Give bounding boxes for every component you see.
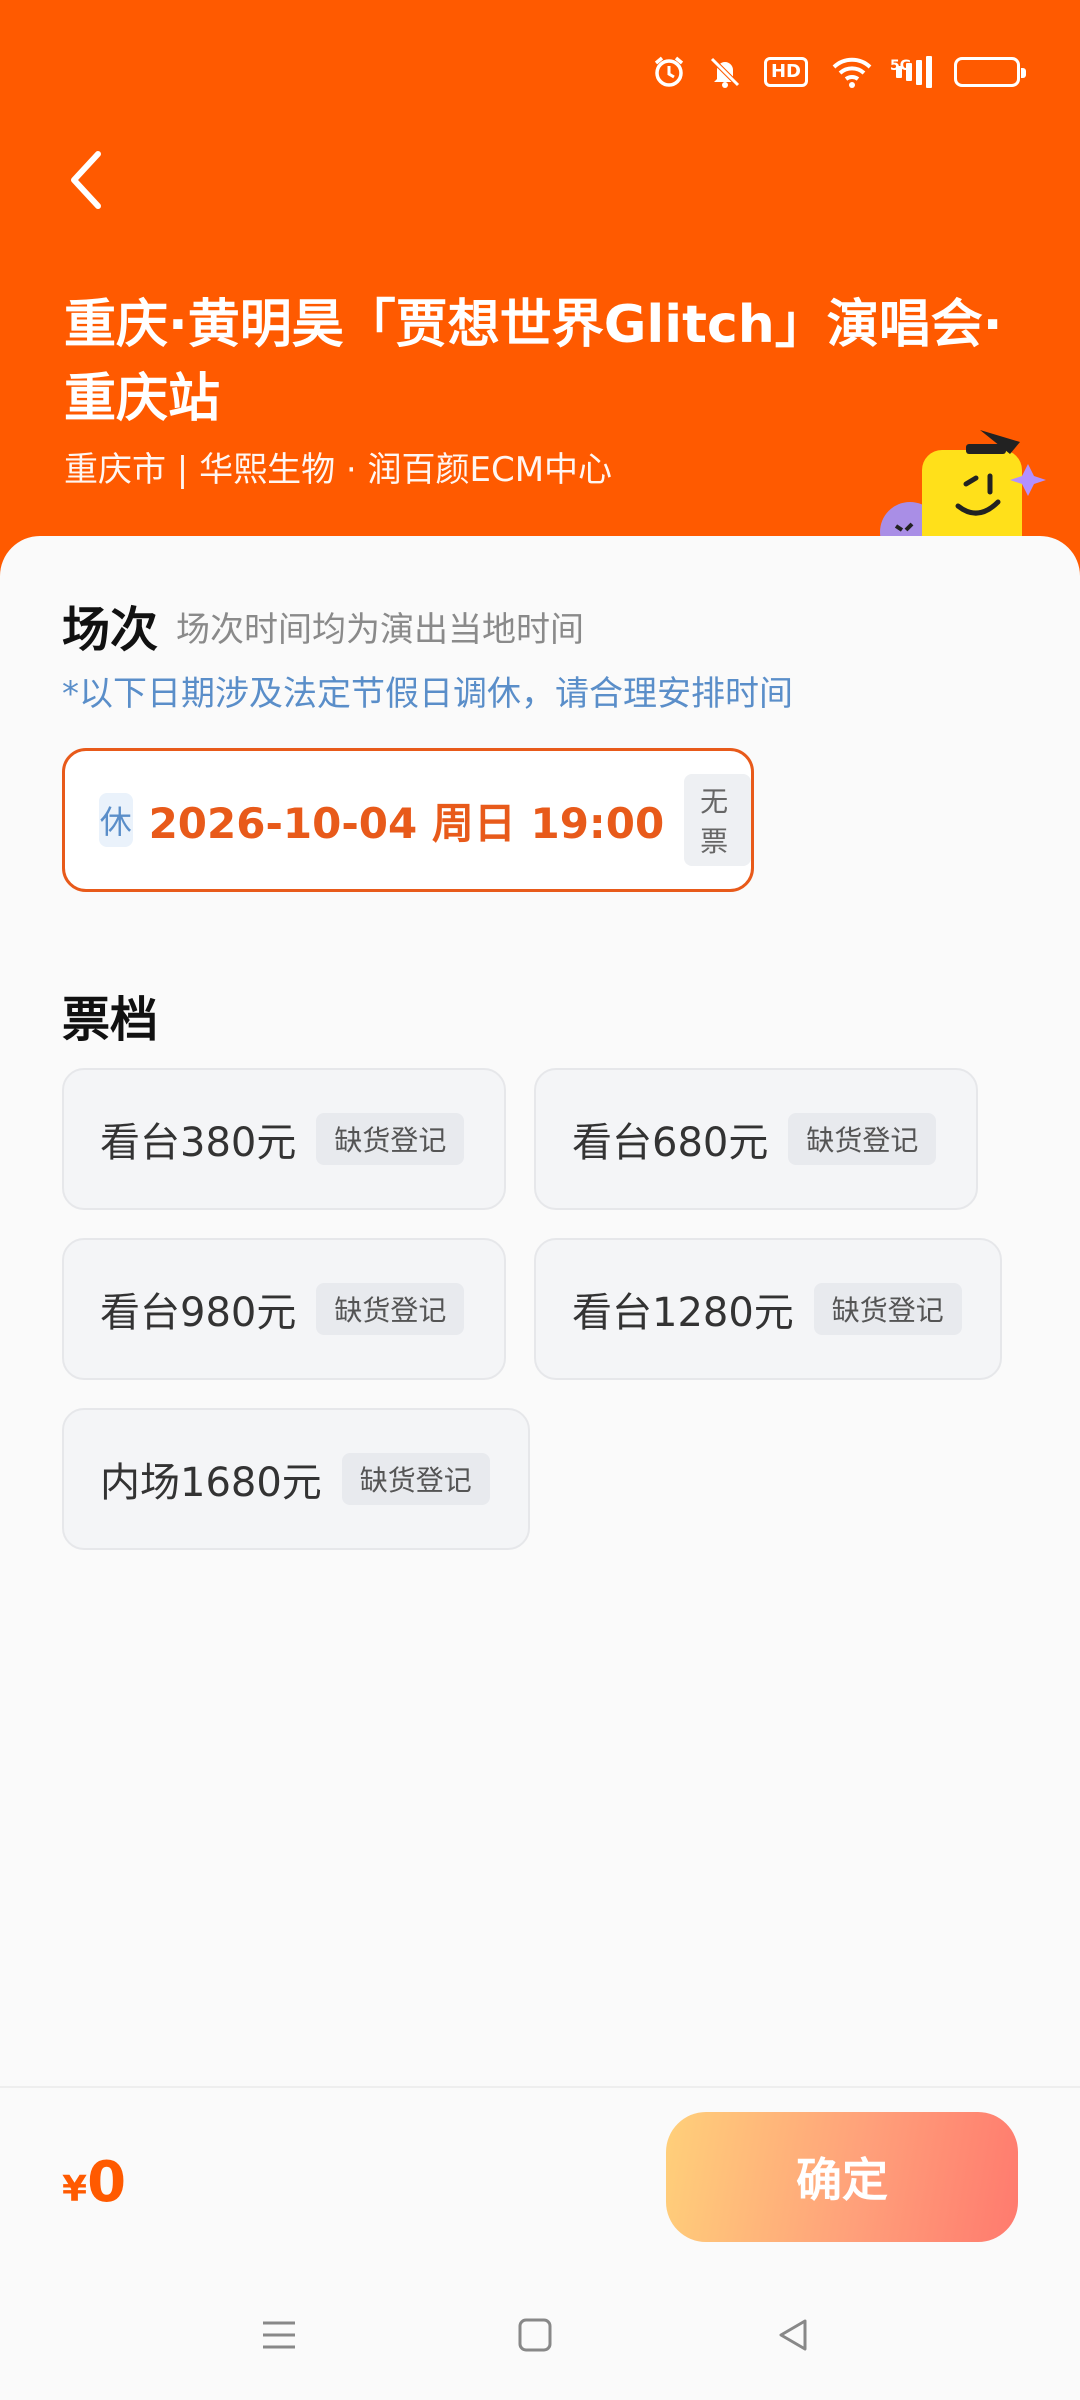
ticket-section-title: 票档	[62, 992, 159, 1048]
ticket-option-980[interactable]: 看台980元 缺货登记	[62, 1238, 506, 1380]
header: HD 5G 重庆·黄明昊「贾想世界Glitch」演唱会·重庆站 重庆市 | 华熙…	[0, 0, 1080, 560]
session-datetime: 2026-10-04 周日 19:00	[148, 798, 665, 848]
holiday-badge: 休	[99, 793, 133, 847]
holiday-notice: *以下日期涉及法定节假日调休，请合理安排时间	[62, 674, 793, 714]
ticket-price-label: 看台380元	[100, 1120, 297, 1166]
ticket-option-680[interactable]: 看台680元 缺货登记	[534, 1068, 978, 1210]
sold-out-badge: 无票	[684, 774, 751, 866]
network-type-label: 5G	[890, 58, 912, 74]
wifi-icon	[830, 52, 874, 92]
menu-icon	[263, 2321, 295, 2349]
ticket-option-1280[interactable]: 看台1280元 缺货登记	[534, 1238, 1002, 1380]
ticket-option-380[interactable]: 看台380元 缺货登记	[62, 1068, 506, 1210]
status-bar: HD 5G	[652, 52, 1026, 92]
waitlist-register-badge: 缺货登记	[788, 1113, 937, 1165]
menu-nav-button[interactable]	[234, 2290, 324, 2380]
session-option[interactable]: 休 2026-10-04 周日 19:00 无票	[62, 748, 754, 892]
session-section-title: 场次	[62, 602, 159, 658]
total-amount: 0	[87, 2150, 127, 2215]
hd-icon: HD	[763, 57, 808, 87]
waitlist-register-badge: 缺货登记	[813, 1283, 962, 1335]
footer-divider	[0, 2086, 1080, 2088]
event-title: 重庆·黄明昊「贾想世界Glitch」演唱会·重庆站	[64, 295, 1003, 429]
home-nav-button[interactable]	[490, 2290, 580, 2380]
total-price: ¥0	[62, 2150, 126, 2215]
session-section-subtitle: 场次时间均为演出当地时间	[176, 610, 584, 650]
signal-icon: 5G	[890, 52, 932, 92]
home-square-icon	[518, 2318, 552, 2352]
back-nav-button[interactable]	[748, 2290, 838, 2380]
event-venue: 重庆市 | 华熙生物 · 润百颜ECM中心	[64, 450, 613, 490]
battery-icon	[954, 57, 1026, 87]
confirm-button[interactable]: 确定	[666, 2112, 1018, 2242]
alarm-icon	[652, 52, 686, 92]
system-nav-bar	[0, 2290, 1080, 2380]
ticket-price-label: 内场1680元	[100, 1460, 322, 1506]
back-triangle-icon	[779, 2319, 807, 2351]
waitlist-register-badge: 缺货登记	[316, 1283, 465, 1335]
waitlist-register-badge: 缺货登记	[316, 1113, 465, 1165]
waitlist-register-badge: 缺货登记	[341, 1453, 490, 1505]
ticket-option-1680[interactable]: 内场1680元 缺货登记	[62, 1408, 530, 1550]
mute-icon	[708, 52, 742, 92]
currency-symbol: ¥	[62, 2169, 88, 2210]
ticket-price-label: 看台1280元	[572, 1290, 794, 1336]
ticket-price-label: 看台680元	[572, 1120, 769, 1166]
back-button[interactable]	[58, 140, 118, 220]
ticket-price-label: 看台980元	[100, 1290, 297, 1336]
chevron-left-icon	[71, 151, 101, 209]
